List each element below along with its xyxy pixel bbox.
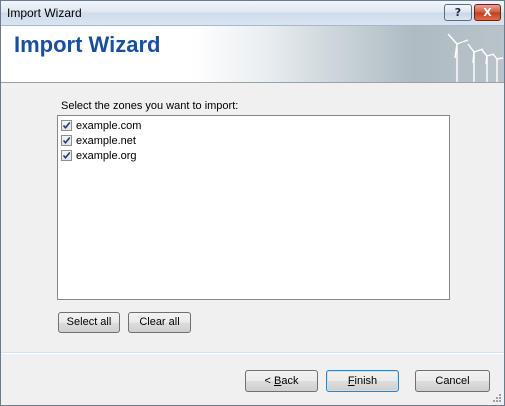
help-button[interactable]: ? <box>444 4 472 21</box>
back-button[interactable]: < Back <box>245 370 318 392</box>
check-icon <box>62 151 71 160</box>
list-item[interactable]: example.org <box>61 148 137 163</box>
zone-name: example.net <box>76 134 136 147</box>
import-wizard-window: Import Wizard ? X Import Wizard Select t… <box>0 0 505 406</box>
zone-name: example.com <box>76 119 142 132</box>
footer-separator <box>1 352 504 354</box>
window-title: Import Wizard <box>7 6 82 20</box>
back-label-rest: ack <box>281 375 299 387</box>
title-bar[interactable]: Import Wizard ? X <box>1 1 504 26</box>
finish-accelerator: F <box>347 375 355 387</box>
finish-button[interactable]: Finish <box>326 370 399 392</box>
zones-label: Select the zones you want to import: <box>61 100 239 112</box>
zone-checkbox[interactable] <box>61 150 72 161</box>
zone-checkbox[interactable] <box>61 135 72 146</box>
close-button[interactable]: X <box>474 4 501 21</box>
zone-name: example.org <box>76 149 137 162</box>
close-icon: X <box>483 6 492 19</box>
check-icon <box>62 136 71 145</box>
check-icon <box>62 121 71 130</box>
resize-grip-icon[interactable] <box>492 393 502 403</box>
header-title: Import Wizard <box>14 32 161 57</box>
zone-checkbox[interactable] <box>61 120 72 131</box>
clear-all-button[interactable]: Clear all <box>128 312 191 333</box>
wind-turbines-image <box>447 33 504 82</box>
list-item[interactable]: example.net <box>61 133 136 148</box>
select-all-button[interactable]: Select all <box>58 312 120 333</box>
zone-list[interactable]: example.com example.net example.org <box>57 115 450 300</box>
finish-label-rest: inish <box>354 375 378 387</box>
help-icon: ? <box>454 6 462 19</box>
header-banner: Import Wizard <box>1 26 504 83</box>
cancel-button[interactable]: Cancel <box>415 370 490 392</box>
back-label-prefix: < <box>264 375 274 387</box>
list-item[interactable]: example.com <box>61 118 141 133</box>
